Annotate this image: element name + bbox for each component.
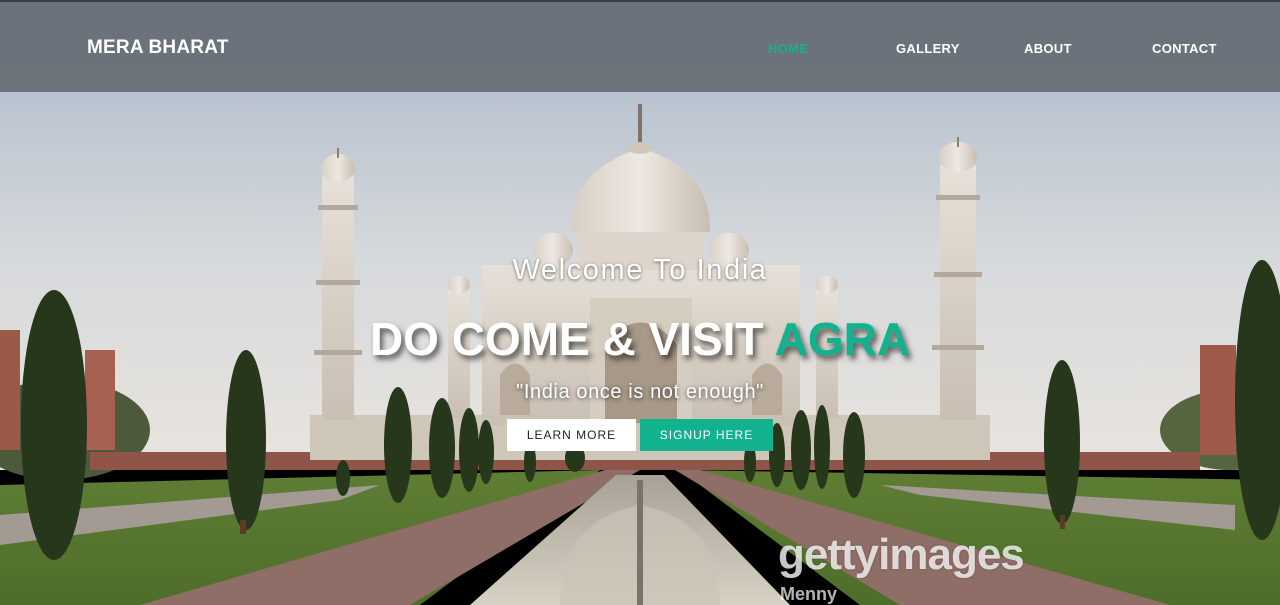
watermark-logo: gettyimages xyxy=(778,530,1025,579)
brand-logo[interactable]: MERA BHARAT xyxy=(87,37,229,59)
top-navbar: MERA BHARAT HOME GALLERY ABOUT CONTACT xyxy=(0,0,1280,92)
nav-contact-link[interactable]: CONTACT xyxy=(1152,41,1217,56)
watermark-credit: Menny xyxy=(780,584,838,604)
hero-tagline: "India once is not enough" xyxy=(516,381,764,403)
nav-about-link[interactable]: ABOUT xyxy=(1024,41,1072,56)
headline-main: DO COME & VISIT xyxy=(369,313,775,365)
headline-accent: AGRA xyxy=(774,313,911,365)
learn-more-button[interactable]: LEARN MORE xyxy=(507,419,636,451)
hero-headline: DO COME & VISIT AGRA xyxy=(0,312,1280,366)
signup-button[interactable]: SIGNUP HERE xyxy=(640,419,773,451)
nav-home-link[interactable]: HOME xyxy=(768,41,808,56)
nav-gallery-link[interactable]: GALLERY xyxy=(896,41,960,56)
hero-welcome-text: Welcome To India xyxy=(512,254,768,286)
